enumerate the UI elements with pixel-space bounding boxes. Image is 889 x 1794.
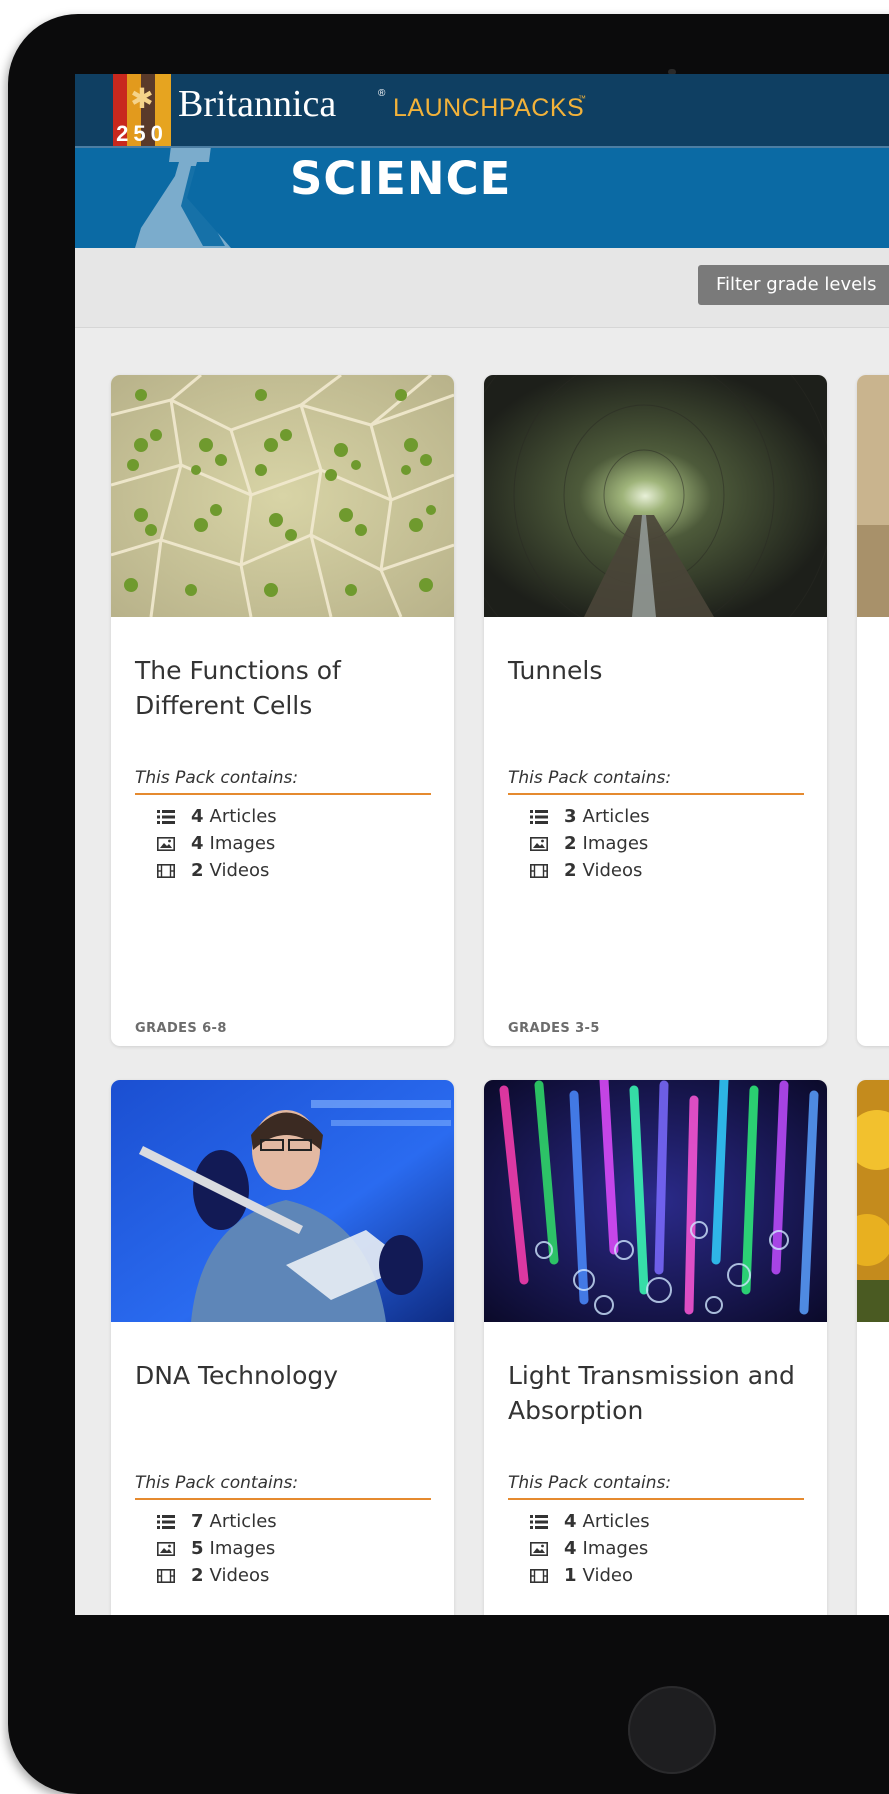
stat-articles: 3 Articles [530,803,650,830]
stat-label: Images [209,1537,276,1559]
filter-toolbar: Filter grade levels [75,248,889,328]
pack-title: DNA Technology [135,1361,339,1390]
stat-count: 1 [564,1564,577,1586]
pack-card-partial[interactable] [857,1080,889,1615]
filter-grade-levels-button[interactable]: Filter grade levels [698,265,889,305]
stat-count: 4 [564,1537,577,1559]
image-icon [530,836,548,851]
stat-images: 4 Images [530,1535,650,1562]
app-screen: ✱ 250 Britannica ® LAUNCHPACKS ™ SCIENCE… [75,74,889,1615]
pack-stats-list: 7 Articles 5 Images 2 Videos [157,1508,277,1589]
stat-label: Articles [209,1510,277,1532]
film-icon [157,863,175,878]
flask-icon [135,148,231,248]
pack-title: Tunnels [508,656,603,685]
stat-label: Videos [209,859,270,881]
list-icon [530,809,548,824]
stat-count: 4 [564,1510,577,1532]
stat-label: Videos [582,859,643,881]
stat-count: 7 [191,1510,204,1532]
lab-scientist-photo [111,1080,454,1322]
pack-card[interactable]: The Functions of Different Cells This Pa… [111,375,454,1046]
brand-header: ✱ 250 Britannica ® LAUNCHPACKS ™ [75,74,889,148]
pack-contains-label: This Pack contains: [508,767,804,795]
pack-card[interactable]: Tunnels This Pack contains: 3 Articles 2I… [484,375,827,1046]
pack-contains-label: This Pack contains: [135,767,431,795]
list-icon [530,1514,548,1529]
stat-count: 3 [564,805,577,827]
stat-label: Articles [209,805,277,827]
stat-label: Video [582,1564,633,1586]
stat-count: 5 [191,1537,204,1559]
pack-title: The Functions of Different Cells [135,656,341,720]
stat-count: 2 [564,832,577,854]
stat-videos: 2 Videos [530,857,650,884]
pack-card-partial[interactable] [857,375,889,1046]
subject-banner: SCIENCE [75,148,889,248]
stat-articles: 4 Articles [530,1508,650,1535]
product-name: LAUNCHPACKS [393,94,585,122]
anniversary-number: 250 [116,121,168,146]
film-icon [157,1568,175,1583]
stat-label: Images [582,832,649,854]
stat-count: 4 [191,805,204,827]
image-icon [530,1541,548,1556]
stat-label: Videos [209,1564,270,1586]
stat-images: 5 Images [157,1535,277,1562]
stat-articles: 4 Articles [157,803,277,830]
pack-contains-label: This Pack contains: [508,1472,804,1500]
grade-label: GRADES 3-5 [508,1021,600,1036]
pack-stats-list: 3 Articles 2 Images 2 Videos [530,803,650,884]
britannica-250-logo: ✱ 250 [113,74,171,146]
stat-images: 4 Images [157,830,277,857]
stat-images: 2 Images [530,830,650,857]
registered-mark: ® [378,88,386,99]
stat-videos: 2 Videos [157,857,277,884]
stat-label: Articles [582,805,650,827]
pack-stats-list: 4 Articles 4 Images 2 Videos [157,803,277,884]
stat-videos: 2 Videos [157,1562,277,1589]
pack-stats-list: 4 Articles 4 Images 1 Video [530,1508,650,1589]
page-title: SCIENCE [290,152,512,205]
pack-card[interactable]: Light Transmission and Absorption This P… [484,1080,827,1615]
image-icon [157,1541,175,1556]
stat-label: Images [209,832,276,854]
fiber-optics-photo [484,1080,827,1322]
pack-card[interactable]: DNA Technology This Pack contains: 7 Arti… [111,1080,454,1615]
pack-photo [857,1080,889,1322]
stat-label: Articles [582,1510,650,1532]
stat-count: 2 [564,859,577,881]
brand-name: Britannica [178,83,337,125]
list-icon [157,809,175,824]
home-button[interactable] [628,1686,716,1774]
tunnel-photo [484,375,827,617]
stat-count: 2 [191,1564,204,1586]
stat-count: 2 [191,859,204,881]
film-icon [530,1568,548,1583]
grade-label: GRADES 6-8 [135,1021,227,1036]
thistle-icon: ✱ [130,82,154,115]
stat-count: 4 [191,832,204,854]
image-icon [157,836,175,851]
list-icon [157,1514,175,1529]
stat-label: Images [582,1537,649,1559]
pack-title: Light Transmission and Absorption [508,1361,795,1425]
plant-cells-photo [111,375,454,617]
trademark-mark: ™ [578,94,586,103]
stat-articles: 7 Articles [157,1508,277,1535]
film-icon [530,863,548,878]
stat-videos: 1 Video [530,1562,650,1589]
pack-photo [857,375,889,617]
pack-contains-label: This Pack contains: [135,1472,431,1500]
